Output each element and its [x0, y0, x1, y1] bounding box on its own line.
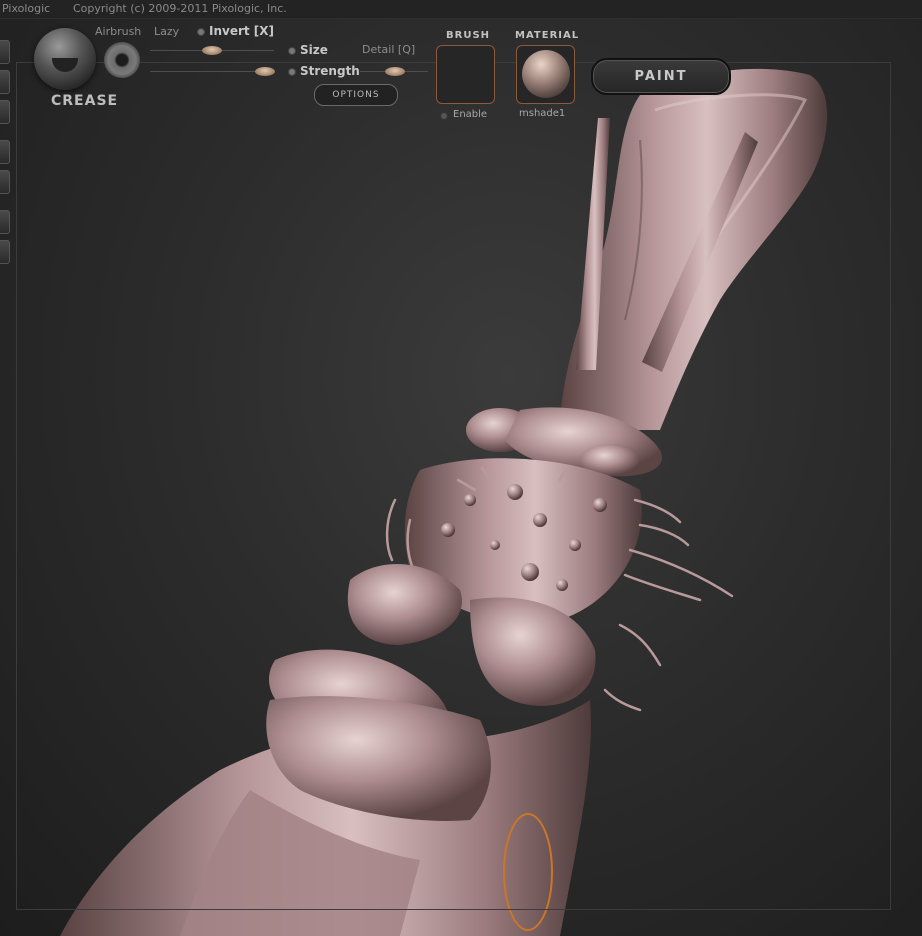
airbrush-toggle[interactable]: Airbrush: [95, 25, 141, 38]
left-tool-button-5[interactable]: [0, 170, 10, 194]
sculpt-viewport[interactable]: [0, 0, 922, 936]
title-bar: Pixologic Copyright (c) 2009-2011 Pixolo…: [0, 0, 922, 19]
dots-stroke-icon[interactable]: [104, 42, 140, 78]
paint-button[interactable]: PAINT: [591, 58, 731, 95]
size-slider-knob[interactable]: [255, 67, 275, 76]
size-indicator: [288, 47, 296, 55]
model-lower-body: [60, 696, 591, 936]
lazy-toggle[interactable]: Lazy: [154, 25, 179, 38]
left-tool-button-4[interactable]: [0, 140, 10, 164]
copyright-text: Copyright (c) 2009-2011 Pixologic, Inc.: [73, 2, 287, 15]
detail-label[interactable]: Detail [Q]: [362, 43, 415, 56]
lazy-slider-knob[interactable]: [202, 46, 222, 55]
brush-panel-title: BRUSH: [446, 30, 491, 41]
enable-toggle[interactable]: Enable: [453, 109, 487, 120]
strength-slider-knob[interactable]: [385, 67, 405, 76]
left-tool-button-3[interactable]: [0, 100, 10, 124]
material-preview-box[interactable]: [516, 45, 575, 104]
brush-name-label: CREASE: [51, 93, 119, 109]
enable-indicator: [440, 112, 448, 120]
left-tool-button-7[interactable]: [0, 240, 10, 264]
size-label[interactable]: Size: [300, 43, 328, 57]
app-name: Pixologic: [2, 2, 51, 15]
material-panel-title: MATERIAL: [515, 30, 580, 41]
invert-indicator: [197, 28, 205, 36]
crease-brush-icon[interactable]: [34, 28, 96, 90]
material-name: mshade1: [519, 108, 566, 119]
options-button[interactable]: OPTIONS: [314, 84, 398, 106]
invert-toggle[interactable]: Invert [X]: [209, 24, 274, 38]
crease-brush-notch: [52, 58, 78, 72]
strength-label[interactable]: Strength: [300, 64, 360, 78]
brush-preview-box[interactable]: [436, 45, 495, 104]
left-tool-button-6[interactable]: [0, 210, 10, 234]
left-tool-button-1[interactable]: [0, 40, 10, 64]
left-tool-button-2[interactable]: [0, 70, 10, 94]
material-sphere-icon: [522, 50, 570, 98]
strength-indicator: [288, 68, 296, 76]
